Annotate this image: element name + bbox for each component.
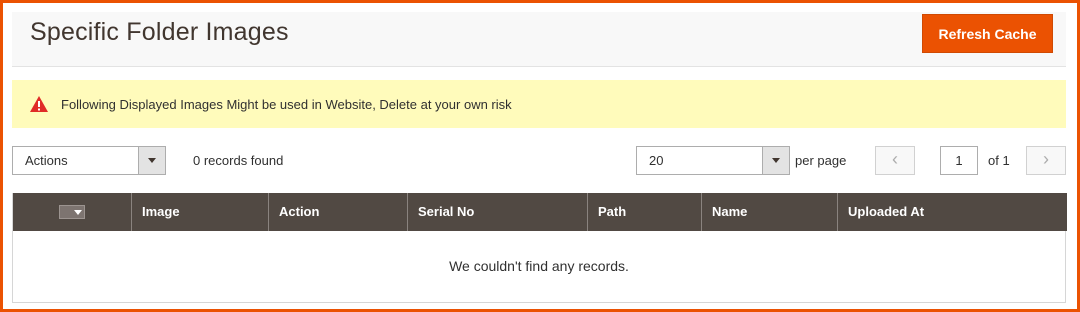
column-mass-select[interactable] [13,193,132,231]
column-header-path[interactable]: Path [588,193,702,231]
column-header-uploaded-at[interactable]: Uploaded At [838,193,1067,231]
column-header-image[interactable]: Image [132,193,269,231]
column-header-serial-no[interactable]: Serial No [408,193,588,231]
grid-toolbar: Actions 0 records found 20 per page ‹ of… [12,146,1066,176]
warning-icon [29,95,49,113]
chevron-down-icon[interactable] [138,147,165,174]
refresh-cache-button[interactable]: Refresh Cache [922,14,1053,53]
grid-header-row: Image Action Serial No Path Name Uploade… [13,193,1067,231]
page-title: Specific Folder Images [30,18,289,46]
current-page-input[interactable] [940,146,978,175]
data-grid: Image Action Serial No Path Name Uploade… [12,193,1067,303]
total-pages-label: of 1 [988,153,1010,168]
notice-message: Following Displayed Images Might be used… [61,96,512,112]
records-count: 0 records found [193,153,284,168]
chevron-right-icon: › [1043,149,1049,169]
mass-select-dropdown[interactable] [59,205,85,219]
empty-records-message: We couldn't find any records. [449,258,629,274]
column-header-name[interactable]: Name [702,193,838,231]
next-page-button[interactable]: › [1026,146,1066,175]
chevron-down-icon[interactable] [762,147,789,174]
page-header: Specific Folder Images Refresh Cache [12,12,1066,67]
column-header-action[interactable]: Action [269,193,408,231]
mass-actions-select[interactable]: Actions [12,146,166,175]
chevron-left-icon: ‹ [892,149,898,169]
per-page-value: 20 [649,153,664,168]
warning-notice: Following Displayed Images Might be used… [12,80,1066,128]
per-page-label: per page [795,153,847,168]
previous-page-button[interactable]: ‹ [875,146,915,175]
per-page-select[interactable]: 20 [636,146,790,175]
actions-select-value: Actions [25,153,68,168]
